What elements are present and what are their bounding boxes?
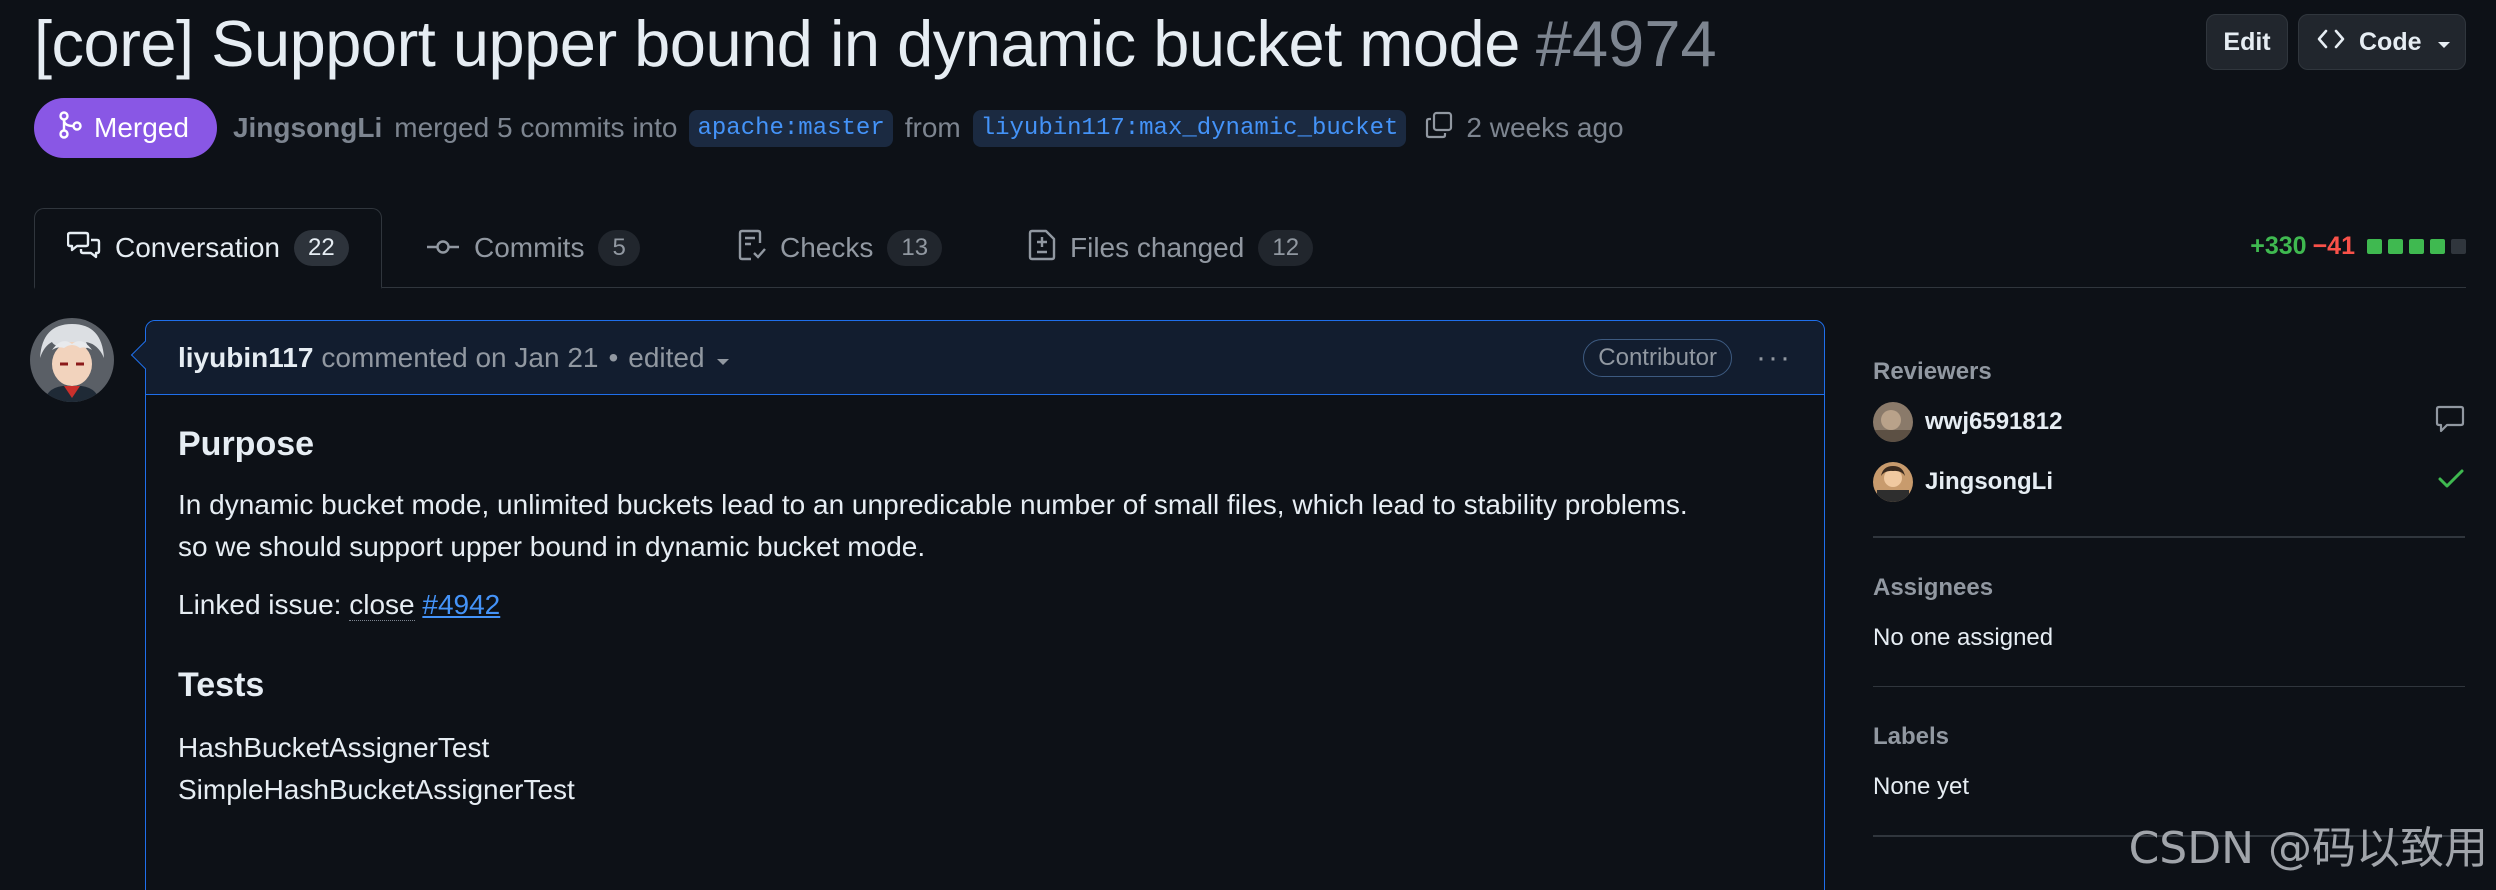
purpose-heading: Purpose xyxy=(178,425,315,463)
tab-label: Commits xyxy=(474,232,585,263)
code-icon xyxy=(2317,28,2345,57)
sidebar-divider xyxy=(1873,685,2465,687)
deletions-count: −41 xyxy=(2312,232,2355,260)
diffstat-block xyxy=(2409,239,2424,254)
tab-label: Checks xyxy=(780,232,874,263)
tab-checks[interactable]: Checks 13 xyxy=(706,208,974,288)
diffstat-block xyxy=(2430,239,2445,254)
merged-badge: Merged xyxy=(34,98,217,158)
purpose-line-1: In dynamic bucket mode, unlimited bucket… xyxy=(178,489,1688,520)
reviewer-name[interactable]: wwj6591812 xyxy=(1925,408,2062,436)
file-diff-icon xyxy=(1028,229,1056,268)
pr-title: [core] Support upper bound in dynamic bu… xyxy=(34,7,1520,80)
comment-header: liyubin117 commented on Jan 21 • edited … xyxy=(146,321,1824,395)
pr-meta: Merged JingsongLi merged 5 commits into … xyxy=(34,98,1624,158)
contributor-badge: Contributor xyxy=(1583,338,1733,377)
comment-icon xyxy=(2435,405,2465,440)
avatar[interactable] xyxy=(1873,402,1913,442)
chevron-down-icon xyxy=(2436,28,2452,57)
commit-icon xyxy=(426,232,460,264)
reviewer-item[interactable]: wwj6591812 xyxy=(1873,392,2465,452)
merger-link[interactable]: JingsongLi xyxy=(233,112,382,144)
tab-label: Files changed xyxy=(1070,232,1245,263)
merged-label: Merged xyxy=(94,112,189,143)
edited-label[interactable]: edited xyxy=(628,342,704,374)
tab-count: 22 xyxy=(293,230,349,266)
tab-count: 12 xyxy=(1258,230,1314,266)
labels-value: None yet xyxy=(1873,773,1970,800)
base-branch[interactable]: apache:master xyxy=(689,109,893,147)
comment-body: Purpose In dynamic bucket mode, unlimite… xyxy=(146,425,1824,811)
chevron-down-icon[interactable] xyxy=(715,342,731,374)
merge-time: 2 weeks ago xyxy=(1466,112,1624,143)
merge-action-text: merged 5 commits into xyxy=(394,112,678,143)
from-text: from xyxy=(904,112,961,143)
avatar[interactable] xyxy=(30,318,114,402)
linked-issue-link[interactable]: #4942 xyxy=(422,589,500,620)
tab-count: 5 xyxy=(598,230,640,266)
copy-icon[interactable] xyxy=(1424,110,1454,147)
reviewer-name[interactable]: JingsongLi xyxy=(1925,468,2053,496)
edit-button[interactable]: Edit xyxy=(2206,14,2288,70)
separator-dot: • xyxy=(608,341,619,373)
code-button[interactable]: Code xyxy=(2298,14,2466,70)
tab-label: Conversation xyxy=(115,232,280,263)
watermark: CSDN @码以致用 xyxy=(2128,823,2488,874)
checklist-icon xyxy=(738,229,766,268)
check-icon xyxy=(2437,468,2465,497)
assignees-title[interactable]: Assignees xyxy=(1873,574,2465,602)
avatar[interactable] xyxy=(1873,462,1913,502)
linked-close-keyword: close xyxy=(349,589,415,621)
merge-icon xyxy=(58,110,82,146)
labels-title[interactable]: Labels xyxy=(1873,723,2465,751)
head-branch[interactable]: liyubin117:max_dynamic_bucket xyxy=(972,109,1407,147)
purpose-line-2: so we should support upper bound in dyna… xyxy=(178,531,926,562)
sidebar-divider xyxy=(1873,536,2465,538)
pr-title-row: [core] Support upper bound in dynamic bu… xyxy=(34,6,1717,81)
reviewers-title[interactable]: Reviewers xyxy=(1873,358,2465,386)
tab-commits[interactable]: Commits 5 xyxy=(394,208,672,288)
sidebar: Reviewers wwj6591812 JingsongLi Assignee… xyxy=(1873,350,2465,837)
linked-issue-prefix: Linked issue: xyxy=(178,589,342,620)
reviewer-item[interactable]: JingsongLi xyxy=(1873,452,2465,512)
comment-author[interactable]: liyubin117 xyxy=(178,342,313,374)
tests-heading: Tests xyxy=(178,666,265,704)
code-label: Code xyxy=(2359,27,2422,56)
diffstat: +330 −41 xyxy=(2250,232,2466,261)
tab-files-changed[interactable]: Files changed 12 xyxy=(996,208,1345,288)
linked-issue-line: Linked issue: close #4942 xyxy=(178,584,1792,626)
pr-number: #4974 xyxy=(1535,7,1717,80)
test-item: SimpleHashBucketAssignerTest xyxy=(178,774,575,805)
more-options-icon[interactable]: ··· xyxy=(1756,341,1792,375)
comment-action[interactable]: commented on Jan 21 xyxy=(321,342,598,374)
additions-count: +330 xyxy=(2250,232,2307,260)
diffstat-block xyxy=(2367,239,2382,254)
pr-description-comment: liyubin117 commented on Jan 21 • edited … xyxy=(130,320,1825,890)
tab-conversation[interactable]: Conversation 22 xyxy=(34,208,382,289)
conversation-icon xyxy=(66,230,101,267)
diffstat-block xyxy=(2388,239,2403,254)
test-item: HashBucketAssignerTest xyxy=(178,732,490,763)
assignees-value: No one assigned xyxy=(1873,623,2054,651)
header-buttons: Edit Code xyxy=(2206,14,2466,70)
tab-count: 13 xyxy=(887,230,943,266)
pr-tabs: Conversation 22 Commits 5 Checks 13 File… xyxy=(34,208,2466,289)
diffstat-block xyxy=(2451,239,2466,254)
